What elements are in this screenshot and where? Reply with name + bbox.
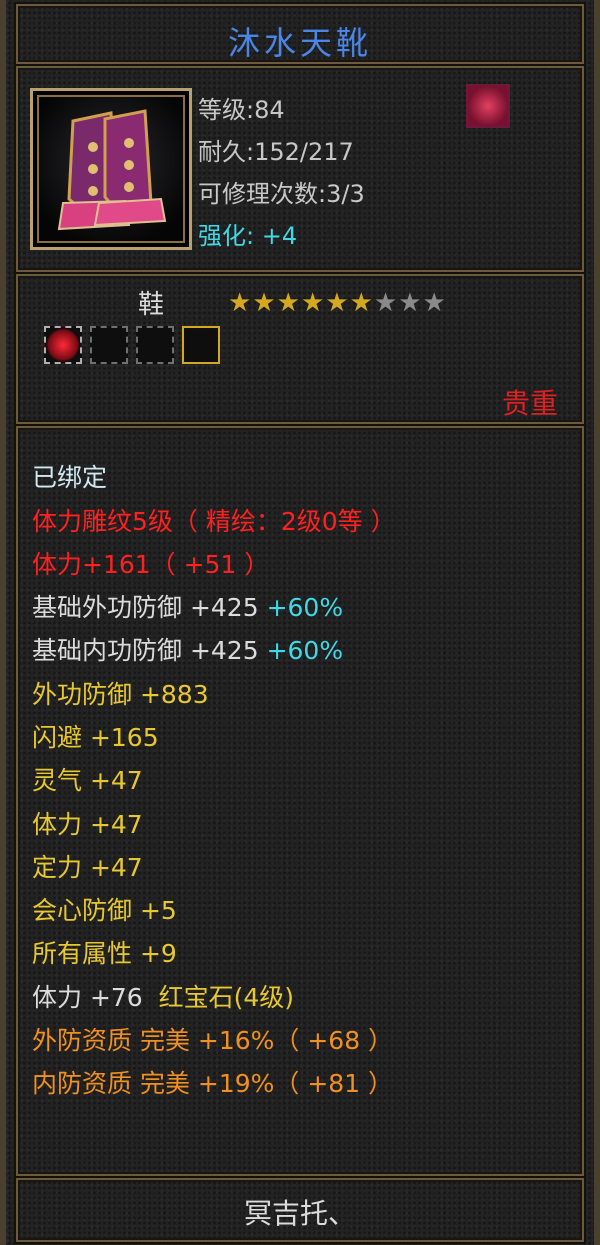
empty-socket-icon[interactable]	[90, 326, 128, 364]
item-level: 等级:84	[198, 96, 285, 124]
outer-defense: 外功防御 +883	[32, 680, 209, 709]
attribute-panel: 已绑定 体力雕纹5级（ 精绘：2级0等 ） 体力+161（ +51 ） 基础外功…	[16, 426, 584, 1176]
slot-panel: 鞋 ★★★★★★★★★ 贵重	[16, 274, 584, 424]
empty-socket-icon[interactable]	[136, 326, 174, 364]
inner-defense-quality: 内防资质 完美 +19%（ +81 ）	[32, 1069, 394, 1098]
engrave-line: 体力雕纹5级（ 精绘：2级0等 ）	[32, 507, 396, 536]
gem-sockets	[44, 326, 220, 364]
item-type: 鞋	[138, 290, 165, 320]
item-durability: 耐久:152/217	[198, 138, 354, 166]
base-inner-defense: 基础内功防御 +425 +60%	[32, 636, 344, 665]
base-outer-defense: 基础外功防御 +425 +60%	[32, 593, 344, 622]
owner-bar: 冥吉托、	[16, 1178, 584, 1242]
outer-defense-quality: 外防资质 完美 +16%（ +68 ）	[32, 1026, 394, 1055]
precious-badge: 贵重	[501, 387, 558, 420]
star-filled-icon: ★	[252, 288, 277, 318]
title-bar: 沐水天靴	[16, 4, 584, 64]
enhance-label: 强化:	[198, 222, 255, 250]
stamina-bonus-line: 体力+161（ +51 ）	[32, 550, 270, 579]
star-empty-icon: ★	[398, 288, 423, 318]
item-header: 等级:84 耐久:152/217 可修理次数:3/3 强化: +4	[16, 66, 584, 272]
owner-name: 冥吉托、	[243, 1197, 356, 1230]
focus: 定力 +47	[32, 853, 143, 882]
ruby-gem-icon[interactable]	[44, 326, 82, 364]
star-filled-icon: ★	[228, 288, 253, 318]
star-filled-icon: ★	[349, 288, 374, 318]
enhance-value: +4	[261, 222, 298, 250]
star-filled-icon: ★	[300, 288, 326, 318]
class-emblem-icon	[466, 84, 510, 128]
empty-socket-icon[interactable]	[182, 326, 220, 364]
star-empty-icon: ★	[422, 288, 447, 318]
bound-status: 已绑定	[32, 463, 108, 492]
item-name: 沐水天靴	[227, 24, 372, 62]
item-enhance: 强化: +4	[198, 216, 297, 251]
all-attributes: 所有属性 +9	[32, 939, 177, 968]
star-filled-icon: ★	[276, 288, 301, 318]
stamina: 体力 +47	[32, 810, 143, 839]
star-rating: ★★★★★★★★★	[228, 288, 447, 318]
boots-icon	[30, 88, 192, 250]
item-repair-count: 可修理次数:3/3	[198, 180, 365, 208]
crit-defense: 会心防御 +5	[32, 896, 177, 925]
star-empty-icon: ★	[373, 288, 399, 318]
star-filled-icon: ★	[325, 288, 350, 318]
gem-bonus: 体力 +76 红宝石(4级)	[32, 983, 295, 1012]
item-tooltip: 沐水天靴 等级:84 耐久:152/217 可修理次数:3/3 强化: +4 鞋…	[0, 0, 600, 1245]
dodge: 闪避 +165	[32, 723, 159, 752]
spirit: 灵气 +47	[32, 766, 143, 795]
